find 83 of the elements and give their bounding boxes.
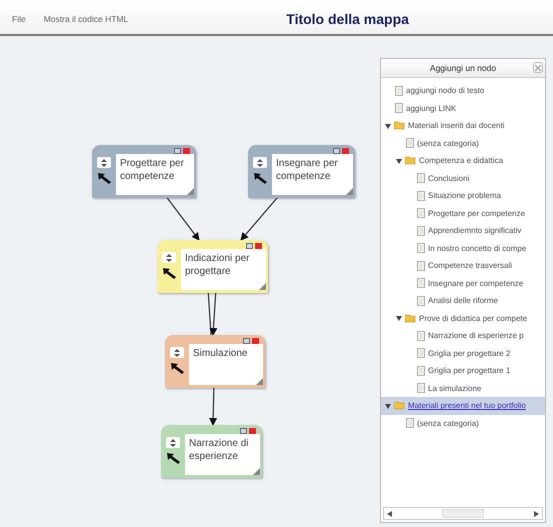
folder-icon [394,401,405,410]
close-icon[interactable] [533,62,543,73]
document-icon [417,278,425,288]
map-node[interactable]: Indicazioni per progettare [157,240,268,293]
cursor-arrow-icon[interactable] [166,453,180,464]
document-icon [406,138,414,148]
edit-icon[interactable] [333,148,340,154]
node-label: Insegnare per competenze [272,154,353,195]
resize-grip-icon[interactable] [253,468,260,475]
tree-item[interactable]: Progettare per competenze [381,204,545,222]
menu-item[interactable]: File [12,14,26,24]
tree-item[interactable]: aggiungi nodo di testo [381,82,545,100]
folder-icon [394,121,405,130]
move-handle-icon[interactable] [162,252,176,263]
cursor-arrow-icon[interactable] [162,268,176,279]
document-icon [417,330,425,341]
edit-icon[interactable] [246,243,253,249]
move-handle-icon[interactable] [166,437,180,448]
document-icon [417,208,425,218]
cursor-arrow-icon[interactable] [254,173,266,184]
tree-item[interactable]: In nostro concetto di compe [381,240,545,257]
expanded-triangle-icon[interactable] [385,402,391,409]
tree-item[interactable]: Situazione problema [381,187,545,204]
expanded-triangle-icon[interactable] [396,158,402,164]
expanded-triangle-icon[interactable] [385,122,391,129]
map-title: Titolo della mappa [286,11,409,27]
map-node[interactable]: Progettare per competenze [92,145,196,198]
document-icon [417,260,425,271]
document-icon [417,190,425,201]
document-icon [417,243,425,254]
menu-item[interactable]: Mostra il codice HTML [44,14,128,24]
tree-item[interactable]: Competenza e didattica [381,152,545,170]
resize-grip-icon[interactable] [256,378,263,385]
edit-icon[interactable] [243,338,250,344]
node-label: Simulazione [189,344,263,385]
document-icon [417,173,425,184]
folder-icon [405,314,416,323]
node-label: Indicazioni per progettare [181,249,266,290]
cursor-arrow-icon[interactable] [170,363,184,374]
map-node[interactable]: Insegnare per competenze [248,145,355,198]
tree-item[interactable]: Insegnare per competenze [381,274,545,292]
tree-item[interactable]: Prove di didattica per compete [381,310,545,327]
tree-item[interactable]: Narrazione di esperienze p [381,327,545,344]
tree-item[interactable]: La simulazione [381,380,545,397]
node-label: Narrazione di esperienze [185,434,260,475]
tree-item[interactable]: (senza categoria) [381,414,545,432]
move-handle-icon[interactable] [170,347,184,358]
tree-item[interactable]: aggiungi LINK [381,100,545,117]
node-label: Progettare per competenze [116,154,194,195]
scroll-left-icon[interactable] [387,510,392,516]
tree-item[interactable]: Materiali inseriti dai docenti [381,117,545,134]
tree-item[interactable]: Griglia per progettare 2 [381,344,545,362]
document-icon [395,103,403,114]
document-icon [417,348,425,358]
horizontal-scrollbar[interactable] [383,507,543,520]
edit-icon[interactable] [240,428,247,434]
move-handle-icon[interactable] [253,157,267,168]
tree-item[interactable]: (senza categoria) [381,134,545,152]
document-icon [395,86,403,96]
tree-item[interactable]: Materiali presenti nel tuo portfolio [381,397,545,414]
tree-item[interactable]: Competenze trasversali [381,257,545,274]
document-icon [417,366,425,376]
document-icon [417,226,425,236]
resize-grip-icon[interactable] [346,188,353,195]
resize-grip-icon[interactable] [187,188,194,195]
scroll-thumb[interactable] [442,509,484,518]
panel-title: Aggiungi un nodo [430,63,496,73]
folder-icon [405,156,416,166]
tree-item[interactable]: Apprendiemnto significativ [381,222,545,240]
scroll-right-icon[interactable] [534,510,539,516]
map-node[interactable]: Narrazione di esperienze [161,425,262,478]
tree-item[interactable]: Analisi delle riforme [381,292,545,310]
document-icon [417,296,425,306]
cursor-arrow-icon[interactable] [98,173,110,184]
move-handle-icon[interactable] [97,157,111,168]
document-icon [406,418,414,428]
edit-icon[interactable] [174,148,181,154]
tree-item[interactable]: Conclusioni [381,170,545,187]
document-icon [417,383,425,394]
tree-item[interactable]: Griglia per progettare 1 [381,362,545,380]
resize-grip-icon[interactable] [259,283,266,290]
map-node[interactable]: Simulazione [165,335,265,388]
expanded-triangle-icon[interactable] [396,315,402,322]
